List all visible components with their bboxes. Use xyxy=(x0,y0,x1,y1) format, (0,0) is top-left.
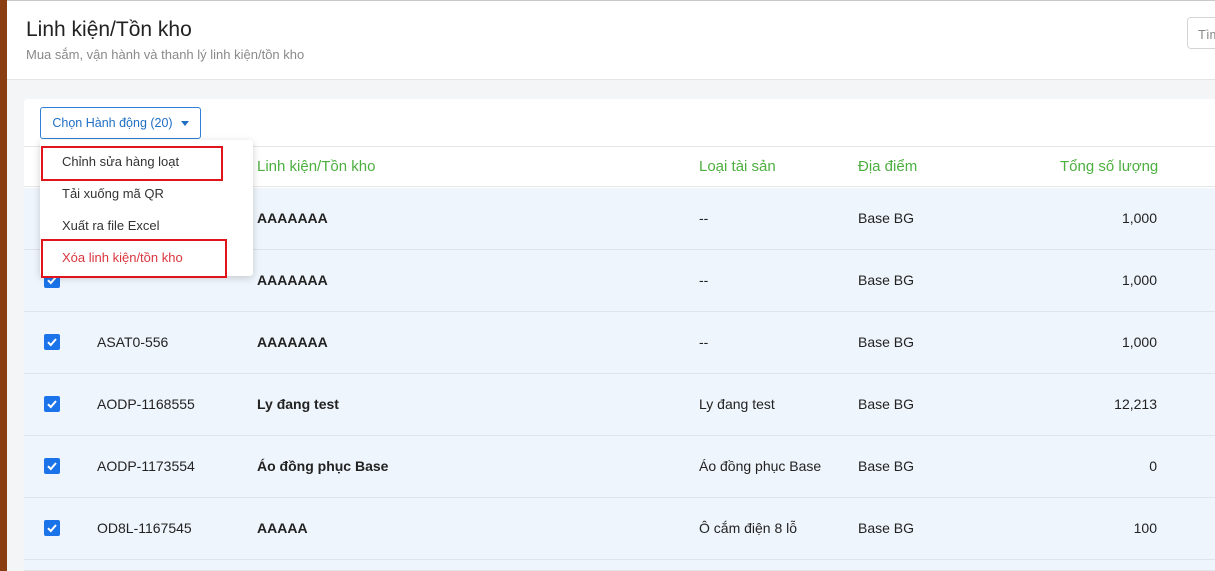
row-quantity: 1,000 xyxy=(1121,334,1157,350)
page-header: Linh kiện/Tồn kho Mua sắm, vận hành và t… xyxy=(7,0,1215,80)
column-header-item[interactable]: Linh kiện/Tồn kho xyxy=(257,158,375,175)
row-code: AODP-1168555 xyxy=(97,396,195,412)
column-header-asset-type[interactable]: Loại tài sản xyxy=(699,158,776,175)
row-quantity: 0 xyxy=(1149,458,1157,474)
menu-item-bulk-edit[interactable]: Chỉnh sửa hàng loạt xyxy=(62,154,179,169)
page-subtitle: Mua sắm, vận hành và thanh lý linh kiện/… xyxy=(26,47,305,62)
row-code: AODP-1173554 xyxy=(97,458,195,474)
row-asset-type: -- xyxy=(699,272,709,288)
row-code: ASAT0-556 xyxy=(97,334,169,350)
row-code: OD8L-1167545 xyxy=(97,520,192,536)
column-header-location[interactable]: Địa điểm xyxy=(858,158,917,175)
row-name[interactable]: AAAAAAA xyxy=(257,272,328,288)
menu-item-export-excel[interactable]: Xuất ra file Excel xyxy=(62,218,160,233)
row-location: Base BG xyxy=(858,458,915,474)
row-name[interactable]: AAAAA xyxy=(257,520,308,536)
row-checkbox[interactable] xyxy=(44,458,60,474)
caret-down-icon xyxy=(180,121,189,126)
row-location: Base BG xyxy=(858,520,915,536)
row-quantity: 1,000 xyxy=(1121,272,1157,288)
row-asset-type: -- xyxy=(699,334,709,350)
window-left-edge xyxy=(0,0,7,571)
page-title: Linh kiện/Tồn kho xyxy=(26,18,192,41)
row-asset-type: Áo đồng phục Base xyxy=(699,458,822,474)
row-quantity: 1,000 xyxy=(1121,210,1157,226)
table-row[interactable]: OD8L-1167545 AAAAA Ô cắm điện 8 lỗ Base … xyxy=(24,498,1215,560)
row-name[interactable]: AAAAAAA xyxy=(257,210,328,226)
row-location: Base BG xyxy=(858,210,915,226)
row-name[interactable]: AAAAAAA xyxy=(257,334,328,350)
row-asset-type: -- xyxy=(699,210,709,226)
row-asset-type: Ly đang test xyxy=(699,396,775,412)
table-row[interactable]: ASAT0-556 AAAAAAA -- Base BG 1,000 xyxy=(24,312,1215,374)
menu-item-download-qr[interactable]: Tải xuống mã QR xyxy=(62,186,164,201)
search-input[interactable]: Tìm xyxy=(1187,17,1215,49)
row-location: Base BG xyxy=(858,334,915,350)
row-name[interactable]: Ly đang test xyxy=(257,396,339,412)
column-header-total-quantity[interactable]: Tổng số lượng xyxy=(1060,158,1158,175)
choose-action-label: Chọn Hành động (20) xyxy=(52,116,173,130)
table-row-partial xyxy=(24,560,1215,571)
table-row[interactable]: AODP-1173554 Áo đồng phục Base Áo đồng p… xyxy=(24,436,1215,498)
row-location: Base BG xyxy=(858,396,915,412)
row-checkbox[interactable] xyxy=(44,334,60,350)
choose-action-button[interactable]: Chọn Hành động (20) xyxy=(40,107,201,139)
row-location: Base BG xyxy=(858,272,915,288)
row-quantity: 100 xyxy=(1133,520,1157,536)
menu-item-delete[interactable]: Xóa linh kiện/tồn kho xyxy=(62,250,183,265)
row-asset-type: Ô cắm điện 8 lỗ xyxy=(699,520,798,536)
row-checkbox[interactable] xyxy=(44,520,60,536)
row-quantity: 12,213 xyxy=(1114,396,1157,412)
row-name[interactable]: Áo đồng phục Base xyxy=(257,458,388,474)
table-row[interactable]: AODP-1168555 Ly đang test Ly đang test B… xyxy=(24,374,1215,436)
row-checkbox[interactable] xyxy=(44,396,60,412)
action-dropdown-menu: Chỉnh sửa hàng loạt Tải xuống mã QR Xuất… xyxy=(40,140,253,276)
